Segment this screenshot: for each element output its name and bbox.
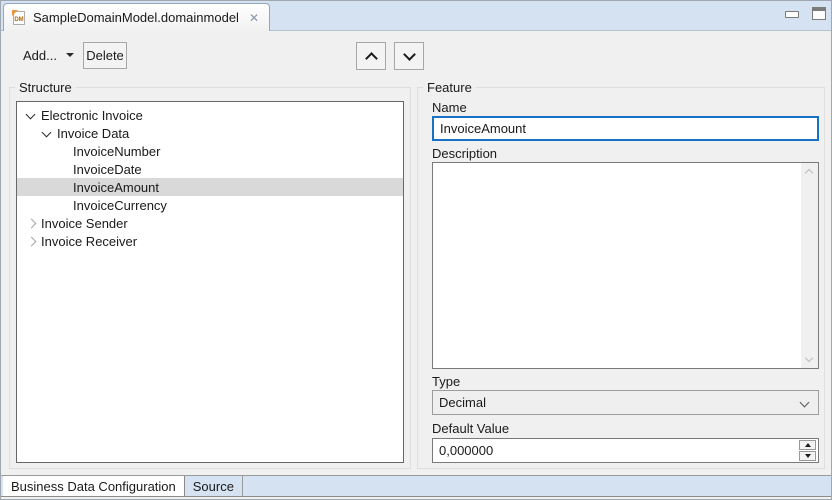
editor-tab-bar: DM SampleDomainModel.domainmodel ✕: [1, 1, 831, 31]
description-label: Description: [432, 146, 497, 161]
type-select[interactable]: Decimal: [432, 390, 819, 415]
tree-item-label: Invoice Receiver: [41, 234, 137, 249]
minimize-button[interactable]: [785, 11, 799, 18]
scroll-up-button[interactable]: [801, 163, 818, 180]
structure-group-label: Structure: [15, 80, 76, 95]
tree-item[interactable]: InvoiceNumber: [17, 142, 403, 160]
bottom-tab-label: Business Data Configuration: [11, 479, 176, 494]
maximize-button[interactable]: [812, 7, 826, 20]
name-input[interactable]: [432, 116, 819, 141]
spinner-down-icon: [805, 454, 811, 458]
move-up-button[interactable]: [356, 42, 386, 70]
spinner-up-icon: [805, 443, 811, 447]
add-button-label: Add...: [23, 48, 57, 63]
tree-item[interactable]: Electronic Invoice: [17, 106, 403, 124]
editor-tab[interactable]: DM SampleDomainModel.domainmodel ✕: [3, 3, 270, 31]
add-dropdown-button[interactable]: Add...: [17, 42, 80, 68]
chevron-down-icon: [403, 48, 416, 61]
scroll-down-icon: [805, 354, 813, 362]
delete-button[interactable]: Delete: [83, 42, 127, 69]
default-value-input[interactable]: [433, 439, 793, 462]
minimize-icon: [785, 11, 799, 18]
tree-item-label: Electronic Invoice: [41, 108, 143, 123]
tab-close-icon[interactable]: ✕: [249, 11, 259, 25]
domainmodel-file-icon: DM: [12, 10, 27, 26]
tree-item[interactable]: InvoiceCurrency: [17, 196, 403, 214]
scroll-up-icon: [805, 169, 813, 177]
tree-item-label: Invoice Sender: [41, 216, 128, 231]
tree-item-label: Invoice Data: [57, 126, 129, 141]
spinner: [799, 440, 816, 461]
file-icon-fold: [12, 10, 18, 16]
tree-item-label: InvoiceAmount: [73, 180, 159, 195]
tree-item-label: InvoiceNumber: [73, 144, 160, 159]
name-label: Name: [432, 100, 467, 115]
collapse-chevron-icon[interactable]: [23, 214, 39, 232]
tree-indent-spacer: [55, 160, 71, 178]
textarea-scrollbar[interactable]: [801, 163, 818, 368]
description-textarea[interactable]: [432, 162, 819, 369]
tree-item[interactable]: InvoiceDate: [17, 160, 403, 178]
delete-button-label: Delete: [86, 48, 124, 63]
collapse-chevron-icon[interactable]: [23, 232, 39, 250]
tree-item[interactable]: Invoice Receiver: [17, 232, 403, 250]
scroll-down-button[interactable]: [801, 351, 818, 368]
maximize-icon: [812, 7, 826, 20]
structure-group: Structure Electronic Invoice Invoice Dat…: [9, 87, 411, 469]
type-selected-value: Decimal: [439, 395, 486, 410]
expand-chevron-icon[interactable]: [23, 106, 39, 124]
type-label: Type: [432, 374, 460, 389]
structure-tree[interactable]: Electronic Invoice Invoice Data InvoiceN…: [16, 101, 404, 463]
bottom-tab-label: Source: [193, 479, 234, 494]
bottom-tab-business-data-configuration[interactable]: Business Data Configuration: [3, 476, 185, 496]
expand-chevron-icon[interactable]: [39, 124, 55, 142]
dropdown-caret-icon: [66, 53, 74, 57]
default-value-field: [432, 438, 819, 463]
tree-item-label: InvoiceDate: [73, 162, 142, 177]
tree-indent-spacer: [55, 142, 71, 160]
tree-item[interactable]: Invoice Data: [17, 124, 403, 142]
tree-item-label: InvoiceCurrency: [73, 198, 167, 213]
feature-group-label: Feature: [423, 80, 476, 95]
spinner-down-button[interactable]: [799, 451, 816, 461]
default-value-label: Default Value: [432, 421, 509, 436]
feature-group: Feature Name Description Type Decimal De…: [417, 87, 825, 469]
toolbar: Add... Delete: [1, 31, 831, 79]
move-down-button[interactable]: [394, 42, 424, 70]
tree-indent-spacer: [55, 196, 71, 214]
editor-window: DM SampleDomainModel.domainmodel ✕ Add..…: [0, 0, 832, 500]
tree-item[interactable]: Invoice Sender: [17, 214, 403, 232]
combo-chevron-down-icon: [800, 398, 810, 408]
chevron-up-icon: [365, 52, 378, 65]
tree-item-selected[interactable]: InvoiceAmount: [17, 178, 403, 196]
spinner-up-button[interactable]: [799, 440, 816, 450]
tree-indent-spacer: [55, 178, 71, 196]
bottom-tab-source[interactable]: Source: [185, 476, 243, 496]
editor-tab-title: SampleDomainModel.domainmodel: [33, 10, 239, 25]
bottom-tab-bar: Business Data Configuration Source: [1, 475, 831, 497]
